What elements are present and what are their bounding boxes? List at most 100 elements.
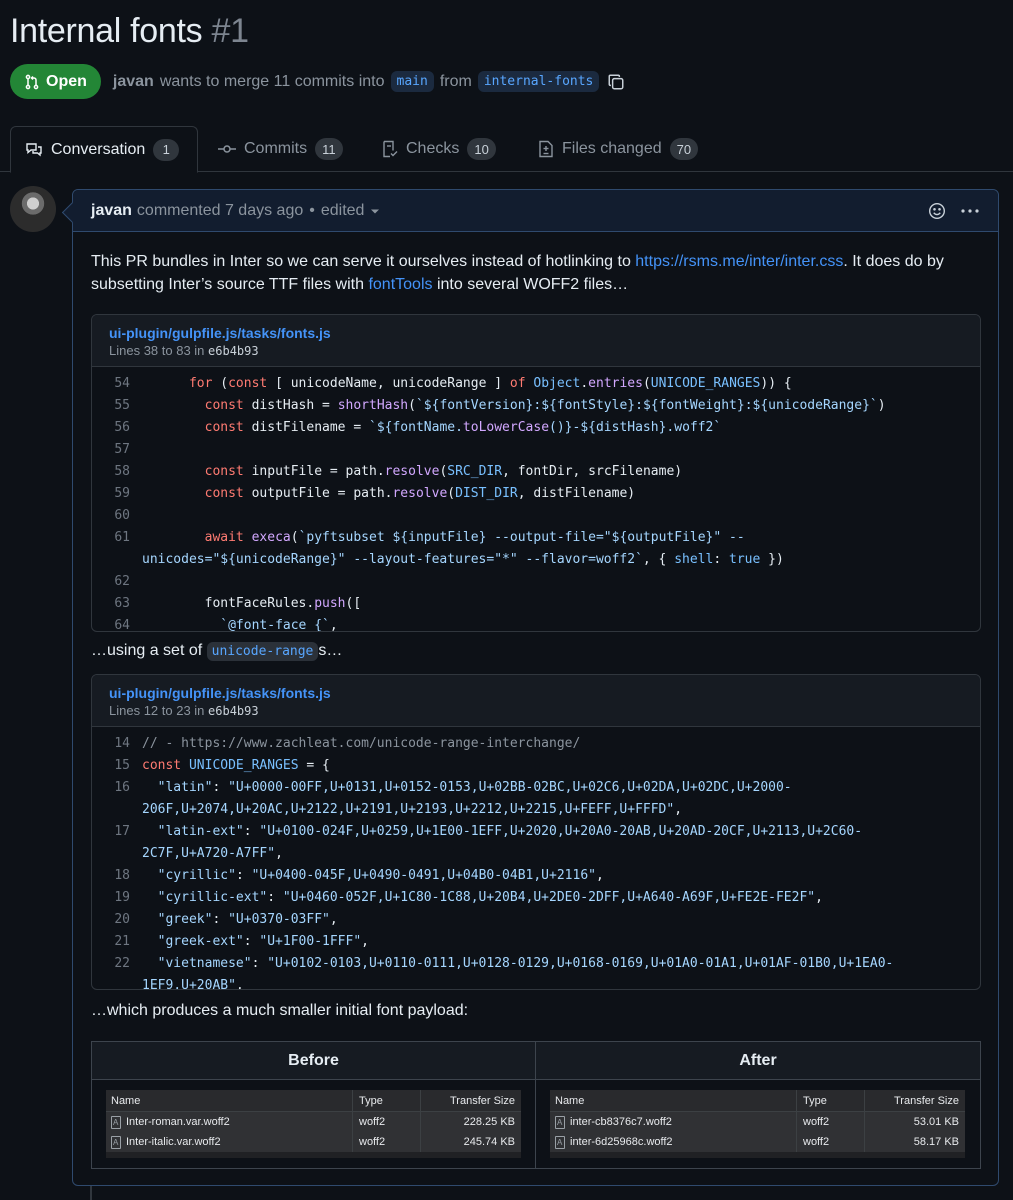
middle-text-1: …using a set of [91, 642, 207, 659]
tab-label: Conversation [51, 140, 146, 158]
fonttools-link[interactable]: fontTools [368, 276, 432, 293]
code-line: 19 "cyrillic-ext": "U+0460-052F,U+1C80-1… [92, 887, 980, 909]
line-number: 64 [114, 618, 130, 632]
code-line: 56 const distFilename = `${fontName.toLo… [92, 417, 980, 439]
file-size: 228.25 KB [463, 1116, 515, 1128]
comment-discussion-icon [26, 142, 42, 156]
line-number: 63 [114, 596, 130, 611]
code-line: 15 const UNICODE_RANGES = { [92, 755, 980, 777]
line-number: 54 [114, 376, 130, 391]
kebab-horizontal-icon[interactable] [960, 202, 980, 220]
code-line: 63 fontFaceRules.push([ [92, 593, 980, 615]
tab-conversation[interactable]: Conversation 1 [10, 126, 198, 173]
code-line: 59 const outputFile = path.resolve(DIST_… [92, 483, 980, 505]
tab-files-changed[interactable]: Files changed 70 [524, 126, 712, 172]
line-number: 62 [114, 574, 130, 589]
git-commit-icon [218, 145, 236, 153]
col-size: Transfer Size [449, 1094, 515, 1107]
line-number: 57 [114, 442, 130, 457]
code-snippet-2: ui-plugin/gulpfile.js/tasks/fonts.js Lin… [91, 674, 981, 990]
code-line: 54 for (const [ unicodeName, unicodeRang… [92, 373, 980, 395]
code-line: 57 [92, 439, 980, 461]
code-line: 62 [92, 571, 980, 593]
snippet-header: ui-plugin/gulpfile.js/tasks/fonts.js Lin… [92, 315, 980, 367]
merge-text: wants to merge 11 commits into [159, 72, 385, 90]
code-line: unicodes="${unicodeRange}" --layout-feat… [142, 552, 784, 567]
copy-icon[interactable] [607, 73, 625, 91]
pr-state-row: Open javan wants to merge 11 commits int… [10, 64, 625, 99]
pr-author-link[interactable]: javan [113, 73, 154, 91]
line-number: 16 [114, 780, 130, 795]
file-name: Inter-roman.var.woff2 [126, 1116, 230, 1128]
line-number: 18 [114, 868, 130, 883]
file-name: inter-6d25968c.woff2 [570, 1136, 673, 1148]
code-line: 1EF9,U+20AB", [142, 978, 244, 990]
closing-text: …which produces a much smaller initial f… [91, 1002, 469, 1019]
comment-box: javan commented 7 days ago • edited This… [72, 189, 999, 1186]
edited-dropdown[interactable]: edited [321, 202, 381, 220]
line-number: 22 [114, 956, 130, 971]
code-line: 58 const inputFile = path.resolve(SRC_DI… [92, 461, 980, 483]
table-row: inter-cb8376c7.woff2 woff2 53.01 KB [550, 1112, 965, 1132]
col-name: Name [550, 1090, 797, 1111]
avatar[interactable] [10, 186, 56, 232]
comment-author-link[interactable]: javan [91, 202, 132, 220]
pr-title-text: Internal fonts [10, 12, 203, 50]
inline-code-unicode-range: unicode-range [206, 642, 319, 661]
head-branch[interactable]: internal-fonts [477, 71, 600, 92]
pr-number: #1 [211, 12, 250, 50]
file-diff-icon [539, 140, 553, 158]
timeline-line [90, 1186, 92, 1200]
lines-label: Lines 12 to 23 in [109, 703, 205, 718]
tab-counter: 10 [467, 138, 496, 160]
code-line: 2C7F,U+A720-A7FF", [142, 846, 283, 861]
comparison-table: Before Name Type Transfer Size Inter-rom… [91, 1041, 981, 1169]
code-snippet-1: ui-plugin/gulpfile.js/tasks/fonts.js Lin… [91, 314, 981, 632]
tab-label: Files changed [562, 140, 662, 157]
col-type: Type [353, 1090, 421, 1111]
snippet-lines-label: Lines 38 to 83 in e6b4b93 [109, 342, 963, 360]
file-type: woff2 [353, 1112, 421, 1132]
commit-sha-link[interactable]: e6b4b93 [208, 704, 259, 718]
code-line: 21 "greek-ext": "U+1F00-1FFF", [92, 931, 980, 953]
intro-text-3: subsetting Inter’s source TTF files with [91, 276, 369, 293]
tab-commits[interactable]: Commits 11 [204, 126, 357, 172]
intro-text-4: into several WOFF2 files… [432, 276, 629, 293]
tab-counter: 1 [153, 138, 180, 161]
inter-css-link[interactable]: https://rsms.me/inter/inter.css [635, 253, 843, 270]
col-size: Transfer Size [893, 1094, 959, 1107]
code-line: 18 "cyrillic": "U+0400-045F,U+0490-0491,… [92, 865, 980, 887]
merge-summary: javan wants to merge 11 commits into mai… [113, 71, 626, 92]
file-type: woff2 [353, 1132, 421, 1152]
tab-counter: 11 [315, 138, 343, 160]
file-size: 245.74 KB [463, 1136, 515, 1148]
tab-checks[interactable]: Checks 10 [368, 126, 510, 172]
snippet-path-link[interactable]: ui-plugin/gulpfile.js/tasks/fonts.js [109, 324, 963, 342]
line-number: 15 [114, 758, 130, 773]
code-line: 64 `@font-face {`, [92, 615, 980, 632]
smiley-icon[interactable] [928, 202, 946, 220]
file-size: 53.01 KB [913, 1116, 959, 1128]
comment-intro: This PR bundles in Inter so we can serve… [91, 250, 981, 296]
snippet-path-link[interactable]: ui-plugin/gulpfile.js/tasks/fonts.js [109, 684, 963, 702]
file-type: woff2 [797, 1132, 865, 1152]
table-row: inter-6d25968c.woff2 woff2 58.17 KB [550, 1132, 965, 1152]
code-line: 17 "latin-ext": "U+0100-024F,U+0259,U+1E… [92, 821, 980, 843]
file-size: 58.17 KB [913, 1136, 959, 1148]
commit-sha-link[interactable]: e6b4b93 [208, 344, 259, 358]
file-font-icon [111, 1115, 121, 1129]
file-font-icon [111, 1135, 121, 1149]
line-number: 58 [114, 464, 130, 479]
intro-text-2: . It does do by [843, 253, 944, 270]
network-table-header: Name Type Transfer Size [106, 1090, 521, 1112]
line-number: 61 [114, 530, 130, 545]
file-name: Inter-italic.var.woff2 [126, 1136, 221, 1148]
unicode-range-text: …using a set of unicode-range s… [91, 642, 342, 661]
comment-timestamp[interactable]: commented 7 days ago [137, 202, 303, 220]
line-number: 17 [114, 824, 130, 839]
from-text: from [439, 72, 472, 90]
after-header: After [536, 1042, 980, 1080]
code-block: 54 for (const [ unicodeName, unicodeRang… [92, 367, 980, 632]
base-branch[interactable]: main [390, 71, 434, 92]
after-column: After Name Type Transfer Size inter-cb83… [536, 1042, 980, 1168]
